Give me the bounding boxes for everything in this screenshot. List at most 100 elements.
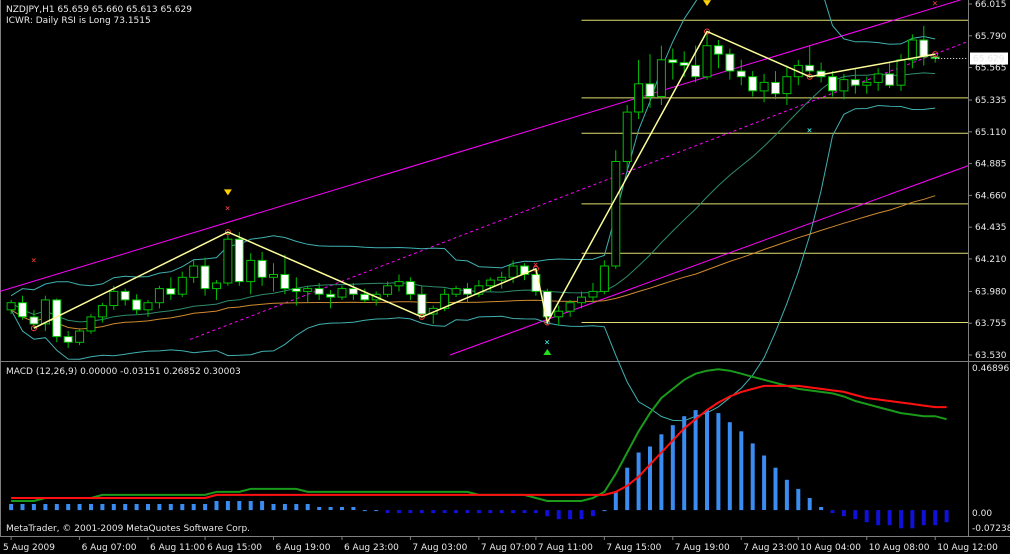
macd-histogram-bar xyxy=(282,504,287,511)
time-tick-label: 6 Aug 07:00 xyxy=(82,543,137,553)
macd-histogram-bar xyxy=(146,504,150,511)
macd-tick-bottom: -0.07238 xyxy=(972,524,1010,534)
macd-histogram-bar xyxy=(465,510,470,514)
candle-body xyxy=(873,73,883,83)
price-tick-label: 65.790 xyxy=(975,32,1007,42)
price-tick-label: 64.660 xyxy=(975,191,1007,201)
candle-body xyxy=(839,79,849,92)
candle-body xyxy=(885,73,895,86)
macd-histogram-bar xyxy=(545,510,550,517)
candle-body xyxy=(109,290,119,306)
candle-body xyxy=(405,281,415,295)
macd-histogram-bar xyxy=(899,510,903,529)
candle-body xyxy=(508,265,518,278)
macd-histogram-bar xyxy=(408,510,413,514)
candle-body xyxy=(394,281,404,287)
candle-body xyxy=(599,265,609,292)
stop-marker-icon: × xyxy=(225,204,230,214)
macd-histogram-bar xyxy=(887,510,892,526)
macd-histogram-bar xyxy=(625,467,630,511)
price-tick-label: 63.530 xyxy=(975,351,1007,361)
time-tick-label: 6 Aug 23:00 xyxy=(344,543,399,553)
price-tick-label: 64.210 xyxy=(975,255,1007,265)
macd-histogram-bar xyxy=(511,510,516,514)
candle-body xyxy=(383,285,393,295)
macd-histogram-bar xyxy=(830,510,835,514)
macd-histogram-bar xyxy=(727,422,732,511)
macd-histogram-bar xyxy=(819,507,824,510)
candle-body xyxy=(291,288,301,292)
macd-histogram-bar xyxy=(351,507,356,510)
macd-histogram-bar xyxy=(294,504,299,511)
time-tick-label: 6 Aug 15:00 xyxy=(207,543,262,553)
macd-histogram-bar xyxy=(214,501,219,511)
candle-body xyxy=(463,288,472,295)
symbol-info-text: NZDJPY,H1 65.659 65.660 65.613 65.629 xyxy=(6,5,192,15)
macd-histogram-bar xyxy=(305,504,310,511)
candle-body xyxy=(212,282,221,290)
macd-histogram-bar xyxy=(20,504,25,511)
candle-body xyxy=(634,83,644,113)
candle-body xyxy=(668,59,678,64)
macd-histogram-bar xyxy=(374,510,379,512)
price-tick-label: 65.110 xyxy=(975,128,1007,138)
macd-histogram-bar xyxy=(9,504,14,511)
metatrader-chart-window[interactable]: × × × × × × 66.015 65.790 65.565 65.335 65.110 64.… xyxy=(0,0,1010,554)
macd-histogram-bar xyxy=(579,510,584,520)
macd-histogram-bar xyxy=(271,504,276,511)
macd-histogram-bar xyxy=(693,410,698,511)
stop-marker-icon: × xyxy=(533,260,538,270)
macd-histogram-bar xyxy=(590,510,595,517)
candle-body xyxy=(577,296,586,304)
macd-histogram-bar xyxy=(762,455,767,510)
macd-histogram-bar xyxy=(248,501,253,511)
time-tick-label: 7 Aug 11:00 xyxy=(538,543,593,553)
candle-body xyxy=(280,274,290,290)
candle-body xyxy=(314,288,324,295)
chart-canvas[interactable]: × × × × × × 66.015 65.790 65.565 65.335 65.110 64.… xyxy=(0,0,1010,554)
candle-body xyxy=(246,259,256,283)
current-price-label: 65.629 xyxy=(973,55,1005,65)
candle-body xyxy=(565,302,575,312)
macd-histogram-bar xyxy=(853,510,858,520)
candle-body xyxy=(177,276,187,295)
macd-histogram-bar xyxy=(385,510,390,514)
candle-body xyxy=(862,81,872,86)
time-tick-label: 10 Aug 08:00 xyxy=(869,543,930,553)
macd-histogram-bar xyxy=(750,443,755,510)
macd-histogram-bar xyxy=(454,510,458,514)
candle-body xyxy=(451,288,461,295)
candle-body xyxy=(702,45,712,78)
time-tick-label: 7 Aug 23:00 xyxy=(743,543,798,553)
macd-histogram-bar xyxy=(841,510,846,517)
macd-histogram-bar xyxy=(876,510,881,526)
candle-body xyxy=(713,45,723,55)
candle-body xyxy=(736,70,746,78)
candle-body xyxy=(18,302,27,318)
macd-histogram-bar xyxy=(419,510,424,514)
candle-body xyxy=(542,290,552,318)
time-tick-label: 6 Aug 19:00 xyxy=(276,543,331,553)
macd-histogram-bar xyxy=(522,510,527,514)
macd-tick-zero: 0.00 xyxy=(972,509,992,519)
macd-histogram-bar xyxy=(100,504,105,511)
candle-body xyxy=(554,310,564,318)
candle-body xyxy=(360,293,370,301)
macd-histogram-bar xyxy=(533,510,538,514)
candle-body xyxy=(485,279,495,287)
macd-histogram-bar xyxy=(157,504,162,511)
macd-histogram-bar xyxy=(66,504,71,511)
macd-histogram-bar xyxy=(111,504,116,511)
target-marker-icon: × xyxy=(807,126,812,136)
candle-body xyxy=(75,330,85,343)
price-tick-label: 63.980 xyxy=(975,287,1007,297)
macd-histogram-bar xyxy=(933,510,938,526)
candle-body xyxy=(725,53,735,72)
copyright-text: MetaTrader, © 2001-2009 MetaQuotes Softw… xyxy=(6,524,250,534)
macd-histogram-bar xyxy=(340,507,344,510)
macd-histogram-bar xyxy=(442,510,447,514)
candle-body xyxy=(622,111,632,162)
candle-body xyxy=(759,81,769,92)
macd-histogram-bar xyxy=(716,413,721,510)
candle-body xyxy=(782,76,792,95)
